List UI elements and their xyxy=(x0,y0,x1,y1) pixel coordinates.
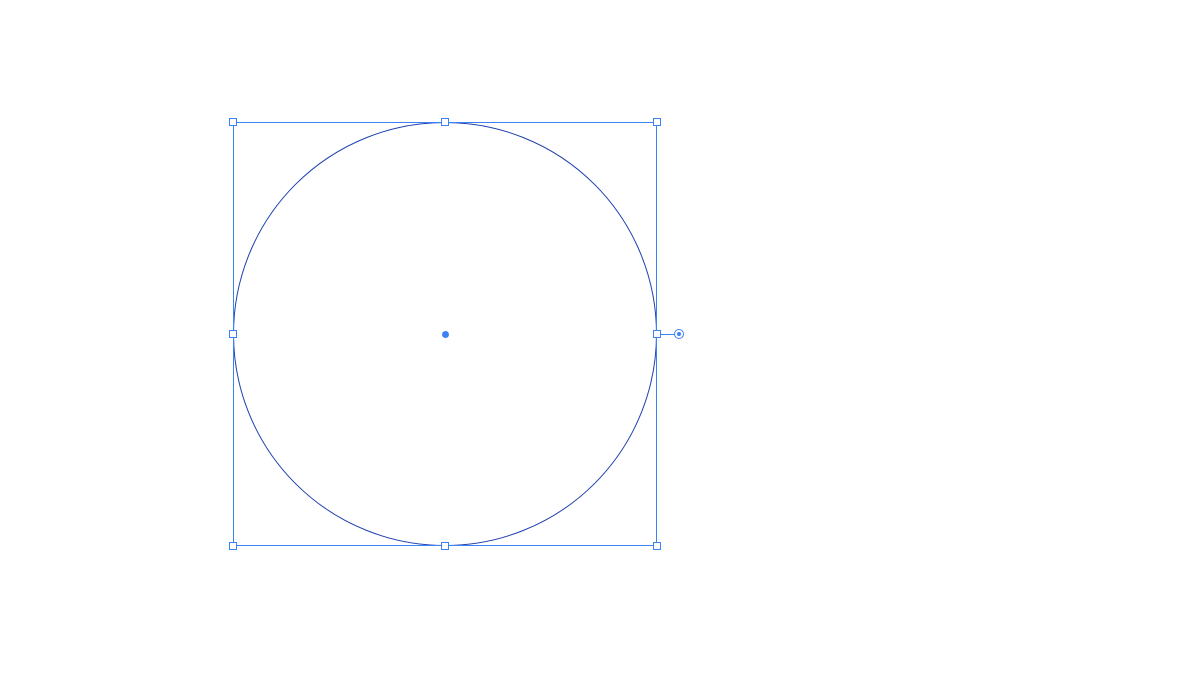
resize-handle-middle-right[interactable] xyxy=(653,330,661,338)
resize-handle-bottom-center[interactable] xyxy=(441,542,449,550)
resize-handle-top-center[interactable] xyxy=(441,118,449,126)
resize-handle-top-right[interactable] xyxy=(653,118,661,126)
design-canvas[interactable] xyxy=(0,0,1200,673)
resize-handle-middle-left[interactable] xyxy=(229,330,237,338)
rotation-handle[interactable] xyxy=(674,329,684,339)
resize-handle-bottom-left[interactable] xyxy=(229,542,237,550)
selection-center-icon xyxy=(442,331,449,338)
resize-handle-bottom-right[interactable] xyxy=(653,542,661,550)
resize-handle-top-left[interactable] xyxy=(229,118,237,126)
